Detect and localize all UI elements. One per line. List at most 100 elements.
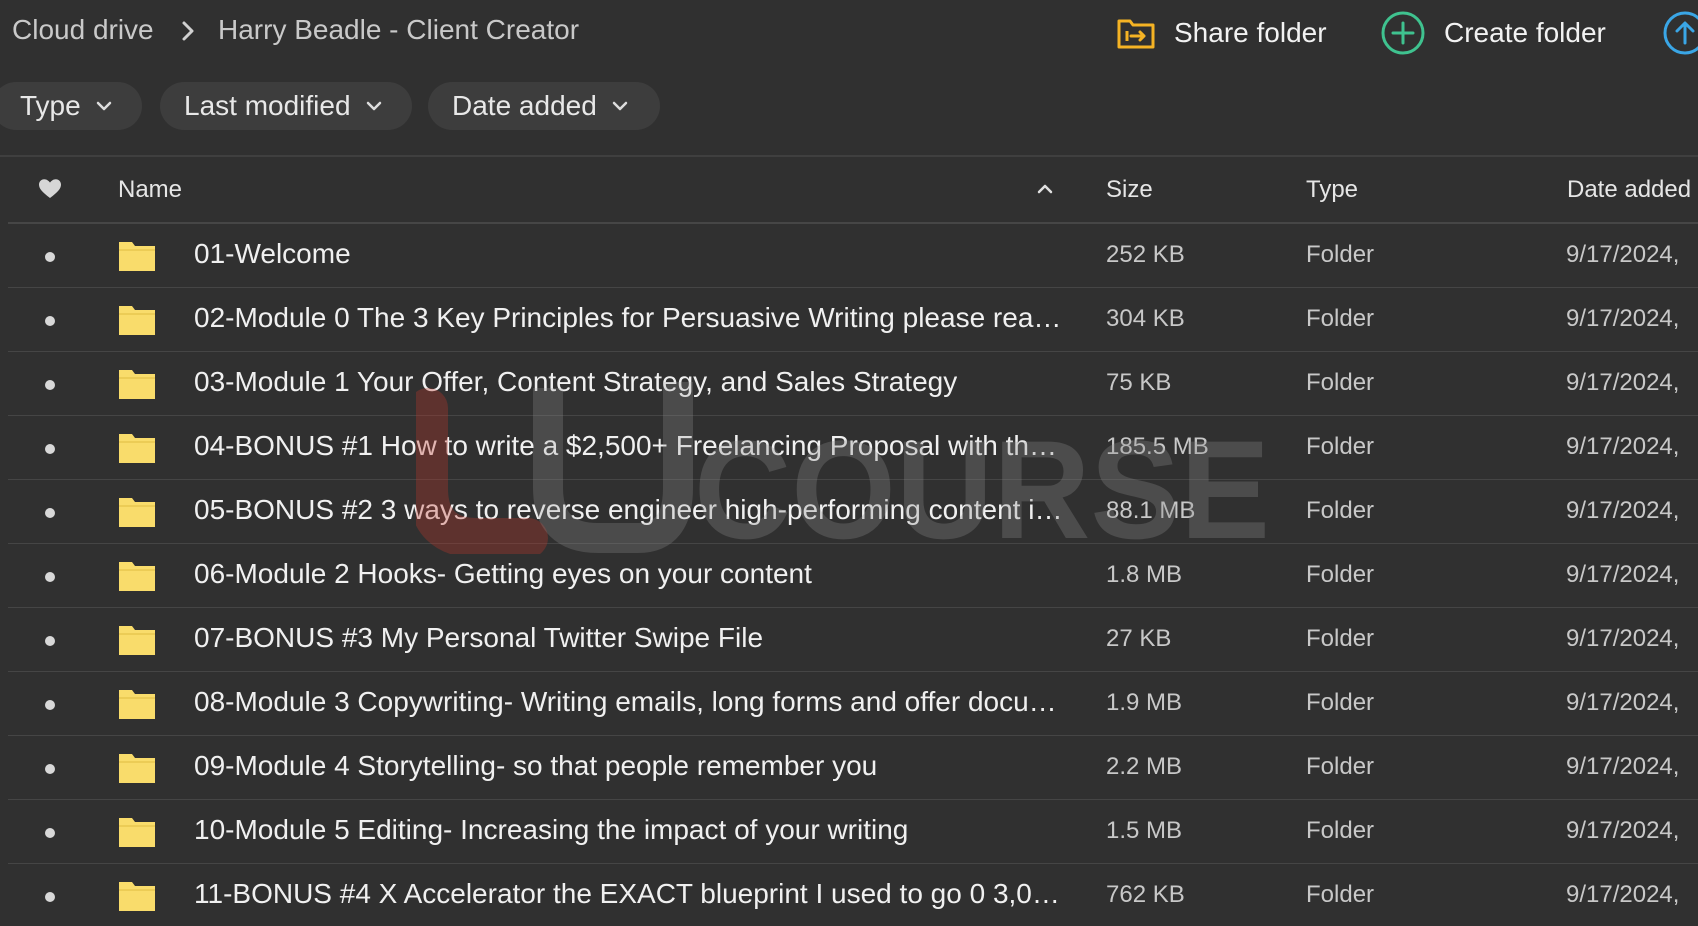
upload-button[interactable]	[1662, 10, 1698, 56]
row-size: 1.8 MB	[1106, 561, 1183, 588]
row-dot	[45, 892, 55, 902]
row-size: 252 KB	[1106, 241, 1185, 268]
row-name: 06-Module 2 Hooks- Getting eyes on your …	[194, 558, 812, 589]
table-row[interactable]: 04-BONUS #1 How to write a $2,500+ Freel…	[0, 416, 1698, 480]
row-size: 75 KB	[1106, 369, 1172, 396]
row-size: 304 KB	[1106, 305, 1185, 332]
row-size: 1.9 MB	[1106, 689, 1183, 716]
folder-icon	[119, 690, 155, 719]
folder-icon	[119, 498, 155, 527]
row-type: Folder	[1306, 305, 1375, 332]
row-date: 9/17/2024,	[1566, 241, 1680, 268]
row-date: 9/17/2024,	[1566, 817, 1680, 844]
folder-icon	[119, 242, 155, 271]
plus-circle-icon	[1381, 11, 1425, 55]
folder-icon	[119, 370, 155, 399]
row-name: 10-Module 5 Editing- Increasing the impa…	[194, 814, 909, 845]
row-type: Folder	[1306, 689, 1375, 716]
row-type: Folder	[1306, 433, 1375, 460]
filter-type-label: Type	[20, 90, 81, 121]
table-row[interactable]: 09-Module 4 Storytelling- so that people…	[0, 736, 1698, 800]
row-type: Folder	[1306, 241, 1375, 268]
row-name: 11-BONUS #4 X Accelerator the EXACT blue…	[194, 878, 1070, 909]
row-date: 9/17/2024,	[1566, 497, 1680, 524]
row-dot	[45, 444, 55, 454]
row-size: 27 KB	[1106, 625, 1172, 652]
share-folder-icon	[1117, 19, 1155, 49]
row-date: 9/17/2024,	[1566, 881, 1680, 908]
row-dot	[45, 316, 55, 326]
table-row[interactable]: 01-Welcome 252 KB Folder 9/17/2024,	[0, 224, 1698, 288]
table-row[interactable]: 08-Module 3 Copywriting- Writing emails,…	[0, 672, 1698, 736]
column-size-header[interactable]: Size	[1106, 176, 1153, 204]
folder-icon	[119, 562, 155, 591]
chevron-right-icon	[182, 21, 194, 41]
table-row[interactable]: 02-Module 0 The 3 Key Principles for Per…	[0, 288, 1698, 352]
share-folder-button[interactable]: Share folder	[1116, 10, 1327, 56]
row-date: 9/17/2024,	[1566, 305, 1680, 332]
row-date: 9/17/2024,	[1566, 433, 1680, 460]
folder-icon	[119, 306, 155, 335]
table-row[interactable]: 11-BONUS #4 X Accelerator the EXACT blue…	[0, 864, 1698, 926]
divider	[0, 155, 1698, 157]
row-type: Folder	[1306, 369, 1375, 396]
top-bar: Cloud drive Harry Beadle - Client Creato…	[0, 0, 1698, 68]
row-date: 9/17/2024,	[1566, 689, 1680, 716]
row-size: 1.5 MB	[1106, 817, 1183, 844]
filter-type-chip[interactable]: Type	[0, 82, 142, 130]
filter-date-added-chip[interactable]: Date added	[428, 82, 660, 130]
breadcrumb-root[interactable]: Cloud drive	[12, 14, 154, 46]
row-date: 9/17/2024,	[1566, 625, 1680, 652]
row-name: 09-Module 4 Storytelling- so that people…	[194, 750, 878, 781]
create-folder-button[interactable]: Create folder	[1380, 10, 1606, 56]
folder-icon	[119, 626, 155, 655]
row-name: 05-BONUS #2 3 ways to reverse engineer h…	[194, 494, 1070, 525]
row-dot	[45, 636, 55, 646]
table-row[interactable]: 10-Module 5 Editing- Increasing the impa…	[0, 800, 1698, 864]
row-date: 9/17/2024,	[1566, 753, 1680, 780]
row-name: 02-Module 0 The 3 Key Principles for Per…	[194, 302, 1070, 333]
breadcrumb-current: Harry Beadle - Client Creator	[218, 14, 580, 45]
row-dot	[45, 508, 55, 518]
heart-icon[interactable]	[38, 178, 62, 200]
column-date-added-header[interactable]: Date added	[1567, 176, 1691, 204]
filter-last-modified-label: Last modified	[184, 90, 351, 121]
row-dot	[45, 828, 55, 838]
chevron-up-icon[interactable]	[1036, 182, 1054, 194]
row-size: 185.5 MB	[1106, 433, 1209, 460]
row-type: Folder	[1306, 753, 1375, 780]
folder-icon	[119, 434, 155, 463]
row-dot	[45, 764, 55, 774]
row-dot	[45, 572, 55, 582]
row-type: Folder	[1306, 497, 1375, 524]
column-name-header[interactable]: Name	[118, 176, 182, 204]
row-date: 9/17/2024,	[1566, 561, 1680, 588]
row-size: 2.2 MB	[1106, 753, 1183, 780]
row-name: 01-Welcome	[194, 238, 351, 269]
folder-icon	[119, 882, 155, 911]
row-type: Folder	[1306, 561, 1375, 588]
row-type: Folder	[1306, 881, 1375, 908]
chevron-down-icon	[366, 101, 381, 111]
row-name: 04-BONUS #1 How to write a $2,500+ Freel…	[194, 430, 1070, 461]
filter-last-modified-chip[interactable]: Last modified	[160, 82, 412, 130]
row-size: 88.1 MB	[1106, 497, 1196, 524]
row-name: 07-BONUS #3 My Personal Twitter Swipe Fi…	[194, 622, 764, 653]
cloud-drive-window: Cloud drive Harry Beadle - Client Creato…	[0, 0, 1698, 926]
row-name: 08-Module 3 Copywriting- Writing emails,…	[194, 686, 1057, 717]
row-size: 762 KB	[1106, 881, 1185, 908]
table-row[interactable]: 07-BONUS #3 My Personal Twitter Swipe Fi…	[0, 608, 1698, 672]
folder-icon	[119, 818, 155, 847]
table-row[interactable]: 03-Module 1 Your Offer, Content Strategy…	[0, 352, 1698, 416]
column-type-header[interactable]: Type	[1306, 176, 1358, 204]
create-folder-label: Create folder	[1444, 17, 1606, 48]
row-dot	[45, 252, 55, 262]
filter-date-added-label: Date added	[452, 90, 597, 121]
table-row[interactable]: 05-BONUS #2 3 ways to reverse engineer h…	[0, 480, 1698, 544]
row-type: Folder	[1306, 625, 1375, 652]
table-header: Name Size Type Date added	[0, 158, 1698, 222]
table-row[interactable]: 06-Module 2 Hooks- Getting eyes on your …	[0, 544, 1698, 608]
chevron-down-icon	[96, 101, 111, 111]
folder-icon	[119, 754, 155, 783]
filter-bar: Type Last modified Date added	[0, 82, 1698, 132]
